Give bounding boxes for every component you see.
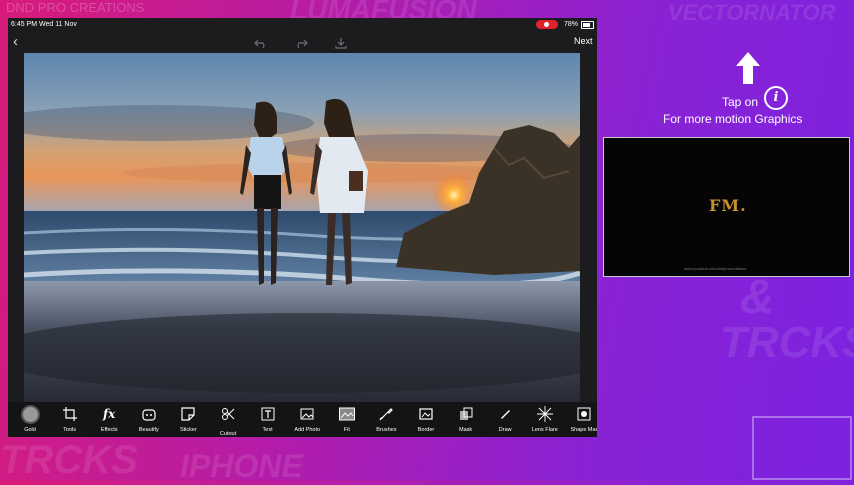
watermark-brand: DND PRO CREATIONS (6, 0, 145, 15)
tool-border[interactable]: Border (406, 406, 446, 433)
add-photo-icon (287, 406, 327, 422)
tool-label: Lens Flare (531, 427, 558, 433)
tool-label: Mask (459, 427, 473, 433)
tap-on-text: Tap on (722, 95, 759, 109)
tool-fit[interactable]: Fit (327, 406, 367, 433)
tool-mask[interactable]: Mask (446, 406, 486, 433)
shape-mask-icon (564, 406, 597, 422)
tool-label: Effects (100, 427, 118, 433)
watermark-vectornator: VECTORNATOR (668, 0, 836, 25)
tool-label: Cutout (219, 431, 237, 437)
tool-text[interactable]: Text (248, 406, 288, 433)
tool-gold[interactable]: Gold (10, 406, 50, 433)
cutout-icon (208, 406, 248, 422)
tool-brushes[interactable]: Brushes (366, 406, 406, 433)
tool-label: Shape Mas (570, 427, 597, 433)
tool-sticker[interactable]: Sticker (168, 406, 208, 433)
tablet-screen: 6:45 PM Wed 11 Nov 78% ‹ Next Gold Tools… (8, 18, 597, 437)
tool-lens-flare[interactable]: Lens Flare (525, 406, 565, 433)
tool-label: Fit (343, 427, 350, 433)
text-icon (248, 406, 288, 422)
tool-label: Draw (498, 427, 512, 433)
tool-tools[interactable]: Tools (50, 406, 90, 433)
tool-beautify[interactable]: Beautify (129, 406, 169, 433)
tool-bar: Gold Tools fx Effects Beautify Sticker Cutout T… (8, 402, 597, 437)
chevron-left-icon[interactable]: ‹ (13, 34, 18, 50)
tool-label: Tools (63, 427, 77, 433)
status-bar: 6:45 PM Wed 11 Nov 78% (8, 18, 597, 32)
brushes-icon (366, 406, 406, 422)
tool-draw[interactable]: Draw (485, 406, 525, 433)
info-icon[interactable]: i (764, 86, 788, 110)
tool-add-photo[interactable]: Add Photo (287, 406, 327, 433)
tool-label: Sticker (179, 427, 197, 433)
tool-label: Add Photo (294, 427, 321, 433)
tool-label: Gold (24, 427, 36, 433)
download-icon[interactable] (335, 36, 347, 54)
mask-icon (446, 406, 486, 422)
lens-flare-icon (525, 406, 565, 422)
arrow-up-icon (736, 52, 760, 89)
watermark-iphone: IPHONE (180, 448, 303, 484)
info-callout: Tap on i For more motion Graphics (650, 52, 832, 130)
tool-label: Beautify (138, 427, 159, 433)
tool-effects[interactable]: fx Effects (89, 406, 129, 433)
tool-label: Border (417, 427, 435, 433)
redo-icon[interactable] (294, 36, 308, 54)
motion-graphics-text: For more motion Graphics (663, 112, 803, 126)
video-preview[interactable]: FM. www.youtube.com/dndprocreations (603, 137, 850, 277)
fx-icon: fx (103, 407, 116, 421)
editor-nav-bar: ‹ Next (8, 32, 597, 54)
undo-icon[interactable] (254, 36, 268, 54)
sticker-icon (168, 406, 208, 422)
decorative-frame (752, 416, 852, 480)
border-icon (406, 406, 446, 422)
photo-canvas[interactable] (24, 53, 580, 402)
recording-indicator (536, 20, 558, 29)
crop-icon (50, 406, 90, 422)
tool-label: Text (262, 427, 273, 433)
gold-swatch-icon (10, 406, 50, 422)
fit-icon (327, 406, 367, 422)
watermark-tricks-left: TRCKS (0, 438, 138, 482)
tool-cutout[interactable]: Cutout (208, 406, 248, 437)
next-button[interactable]: Next (574, 36, 593, 46)
channel-url: www.youtube.com/dndprocreations (684, 266, 747, 271)
tool-label: Brushes (376, 427, 397, 433)
status-time: 6:45 PM Wed 11 Nov (11, 21, 77, 28)
watermark-tricks-right: TRCKS (720, 318, 854, 367)
draw-icon (485, 406, 525, 422)
battery-icon (581, 21, 594, 29)
watermark-ampersand: & (740, 271, 775, 324)
tool-shape-mas[interactable]: Shape Mas (564, 406, 597, 433)
battery-percent: 78% (564, 21, 579, 28)
fm-logo: FM. (709, 196, 747, 215)
beautify-icon (129, 406, 169, 422)
